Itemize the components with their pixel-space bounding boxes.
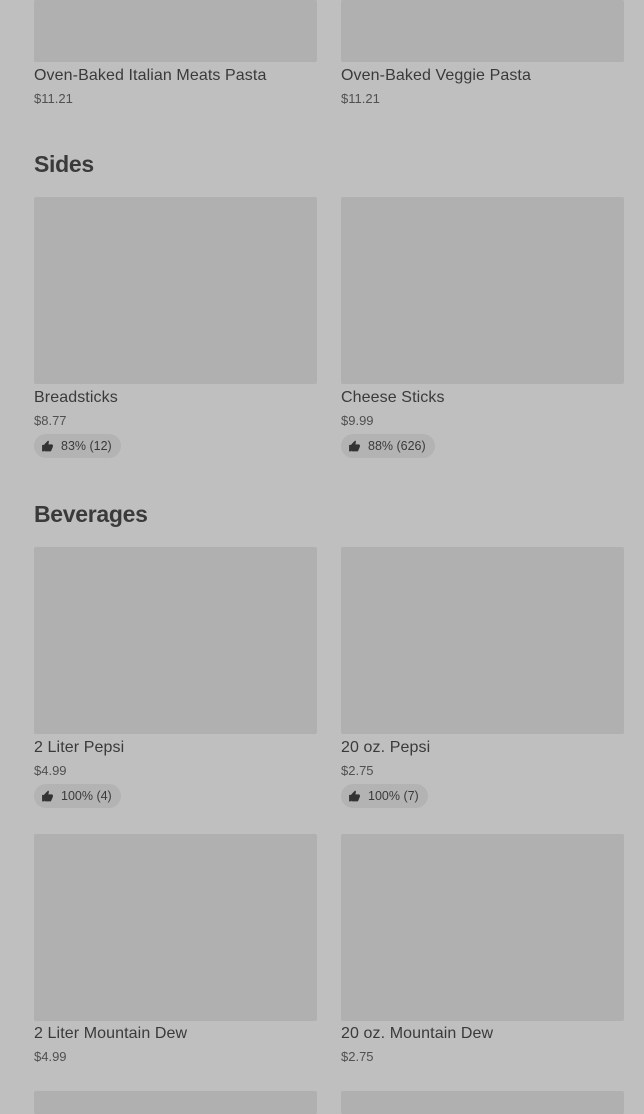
rating-text: 100% (7) [368,789,419,803]
menu-item-price: $4.99 [34,1049,67,1064]
section-title-beverages: Beverages [34,501,148,527]
menu-item-card[interactable] [34,1091,317,1114]
menu-item-card[interactable]: 20 oz. Pepsi $2.75 100% (7) [341,547,624,809]
menu-item-name: Cheese Sticks [341,389,445,406]
rating-badge: 88% (626) [341,434,435,458]
menu-item-name: 2 Liter Mountain Dew [34,1025,188,1042]
menu-item-card[interactable]: 2 Liter Pepsi $4.99 100% (4) [34,547,317,809]
menu-item-image [341,0,624,62]
rating-badge: 100% (7) [341,784,428,808]
menu-item-name: Oven-Baked Veggie Pasta [341,67,531,84]
menu-item-image [34,0,317,62]
menu-item-price: $2.75 [341,763,374,778]
menu-item-image [34,1091,317,1114]
menu-item-image [34,197,317,384]
menu-item-image [34,834,317,1021]
rating-text: 88% (626) [368,439,426,453]
menu-item-card[interactable] [341,1091,624,1114]
menu-item-name: Breadsticks [34,389,118,406]
menu-item-image [341,197,624,384]
menu-item-image [341,547,624,734]
menu-item-card[interactable]: Oven-Baked Veggie Pasta $11.21 [341,0,624,110]
rating-badge: 83% (12) [34,434,121,458]
menu-item-name: Oven-Baked Italian Meats Pasta [34,67,267,84]
rating-badge: 100% (4) [34,784,121,808]
menu-item-name: 2 Liter Pepsi [34,739,125,756]
menu-item-image [34,547,317,734]
menu-item-price: $8.77 [34,413,67,428]
menu-item-card[interactable]: Breadsticks $8.77 83% (12) [34,197,317,459]
menu-item-price: $9.99 [341,413,374,428]
section-title-sides: Sides [34,151,94,177]
rating-text: 83% (12) [61,439,112,453]
thumbs-up-icon [349,440,360,451]
thumbs-up-icon [349,790,360,801]
thumbs-up-icon [42,790,53,801]
thumbs-up-icon [42,440,53,451]
rating-text: 100% (4) [61,789,112,803]
menu-item-price: $4.99 [34,763,67,778]
menu-item-price: $2.75 [341,1049,374,1064]
menu-item-name: 20 oz. Pepsi [341,739,431,756]
menu-item-card[interactable]: 2 Liter Mountain Dew $4.99 [34,834,317,1066]
menu-item-price: $11.21 [341,91,380,106]
menu-item-card[interactable]: Oven-Baked Italian Meats Pasta $11.21 [34,0,317,110]
menu-item-name: 20 oz. Mountain Dew [341,1025,494,1042]
menu-item-card[interactable]: Cheese Sticks $9.99 88% (626) [341,197,624,459]
menu-item-image [341,834,624,1021]
menu-item-image [341,1091,624,1114]
menu-item-price: $11.21 [34,91,73,106]
menu-item-card[interactable]: 20 oz. Mountain Dew $2.75 [341,834,624,1066]
